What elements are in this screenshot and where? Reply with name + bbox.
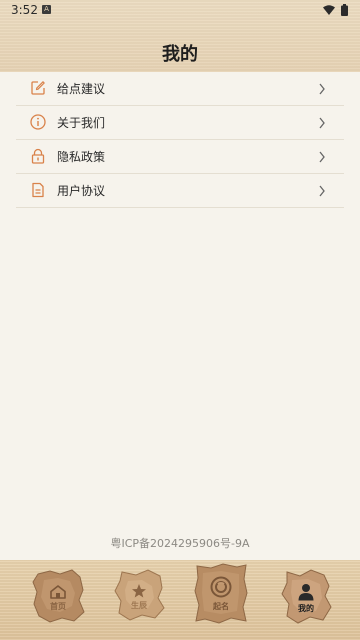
- settings-menu: 给点建议 关于我们 隐私政策 用户协议: [16, 72, 344, 208]
- icp-record: 粤ICP备2024295906号-9A: [110, 537, 250, 550]
- tab-label: 起名: [213, 602, 229, 611]
- tab-label: 生辰: [131, 601, 147, 610]
- menu-item-privacy[interactable]: 隐私政策: [16, 140, 344, 174]
- status-time: 3:52: [11, 3, 38, 17]
- notification-icon: A: [42, 5, 51, 14]
- tab-label: 我的: [298, 604, 314, 613]
- tab-home[interactable]: 首页: [30, 568, 86, 624]
- info-icon: [30, 114, 46, 130]
- status-bar: 3:52 A: [0, 0, 360, 20]
- menu-item-about[interactable]: 关于我们: [16, 106, 344, 140]
- chevron-right-icon: [319, 151, 325, 163]
- menu-item-label: 隐私政策: [57, 150, 106, 164]
- tab-mine[interactable]: 我的: [278, 568, 334, 626]
- tab-birth[interactable]: 生辰: [112, 568, 166, 622]
- page-title: 我的: [162, 44, 198, 65]
- tab-bar: 首页 生辰 起名 我的: [0, 560, 360, 640]
- star-icon: [132, 584, 146, 598]
- home-icon: [50, 585, 66, 599]
- wifi-icon: [323, 5, 335, 15]
- menu-item-label: 关于我们: [57, 116, 106, 130]
- menu-item-agreement[interactable]: 用户协议: [16, 174, 344, 208]
- chevron-right-icon: [319, 185, 325, 197]
- document-icon: [32, 182, 44, 198]
- battery-icon: [341, 4, 348, 16]
- edit-icon: [31, 81, 45, 95]
- chevron-right-icon: [319, 83, 325, 95]
- lock-icon: [31, 148, 45, 164]
- menu-item-label: 用户协议: [57, 184, 106, 198]
- name-icon: [210, 576, 232, 598]
- menu-item-label: 给点建议: [57, 82, 106, 96]
- menu-item-feedback[interactable]: 给点建议: [16, 72, 344, 106]
- tab-naming[interactable]: 起名: [193, 563, 249, 625]
- tab-label: 首页: [50, 602, 66, 611]
- chevron-right-icon: [319, 117, 325, 129]
- header: 3:52 A 我的: [0, 0, 360, 72]
- person-icon: [298, 584, 314, 601]
